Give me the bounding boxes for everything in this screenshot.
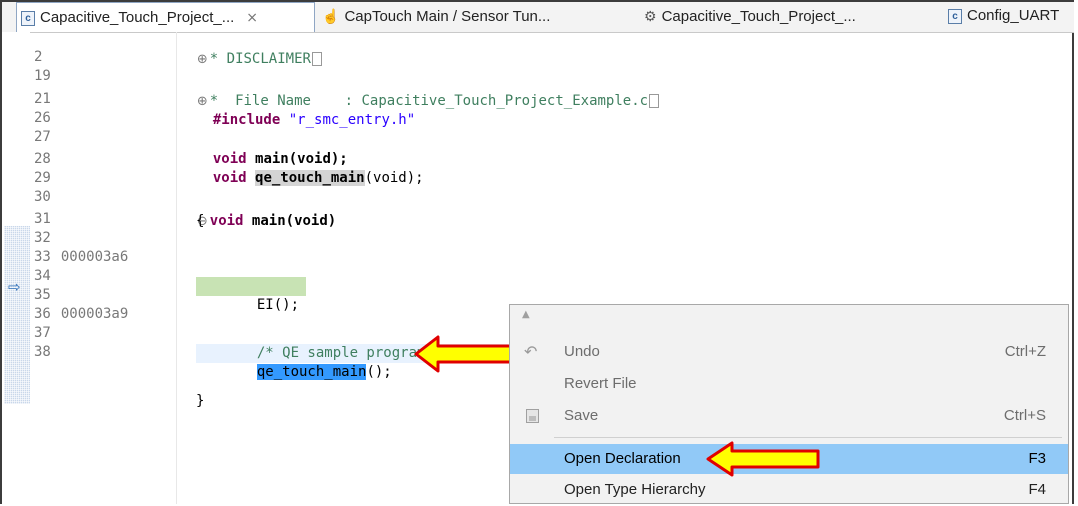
menu-item-undo[interactable]: ↶ Undo Ctrl+Z (510, 337, 1068, 367)
line-number: 31 (34, 211, 51, 227)
instruction-address: 000003a9 (60, 306, 129, 322)
tab-label: CapTouch Main / Sensor Tun... (344, 8, 551, 25)
line-number: 2 (34, 49, 43, 65)
gear-icon: ⚙ (644, 8, 657, 24)
menu-separator (554, 437, 1062, 438)
line-number: 36 (34, 306, 51, 322)
tab-captouch-main[interactable]: ☝ CapTouch Main / Sensor Tun... (322, 2, 550, 32)
tab-config-uart[interactable]: c Config_UART (948, 2, 1059, 32)
code-line-21[interactable]: ⊕ * File Name : Capacitive_Touch_Project_… (180, 73, 660, 109)
menu-item-open-type-hierarchy[interactable]: Open Type Hierarchy F4 (510, 475, 1068, 505)
code-line-36[interactable]: qe_touch_main(); (240, 344, 392, 380)
tab-capacitive-touch-config[interactable]: ⚙ Capacitive_Touch_Project_... (644, 2, 856, 32)
code-line-31[interactable]: ⊖ void main(void) (180, 193, 336, 229)
save-icon (526, 409, 539, 423)
line-number: 30 (34, 189, 51, 205)
code-line-33[interactable]: EI(); (240, 277, 299, 313)
line-number-row: 33 000003a6 (34, 248, 128, 267)
line-number: 33 (34, 249, 51, 265)
instruction-address: 000003a6 (60, 249, 129, 265)
line-number: 26 (34, 110, 51, 126)
menu-item-revert-file[interactable]: Revert File (510, 369, 1068, 399)
line-number-row: 36 000003a9 (34, 305, 128, 324)
line-number: 37 (34, 325, 51, 341)
code-line-29[interactable]: void qe_touch_main(void); (196, 150, 424, 186)
tab-label: Capacitive_Touch_Project_... (661, 8, 856, 25)
line-number: 35 (34, 287, 51, 303)
ruler-highlight (4, 226, 30, 404)
tab-label: Config_UART (967, 7, 1060, 24)
callout-arrow-icon (706, 441, 820, 477)
tab-capacitive-touch-c[interactable]: c Capacitive_Touch_Project_... ⨯ (16, 2, 315, 32)
code-line-28[interactable]: void main(void); (196, 131, 348, 167)
undo-icon: ↶ (524, 342, 538, 361)
folded-block-icon[interactable] (311, 52, 322, 66)
selected-text[interactable]: qe_touch_main (256, 364, 367, 380)
menu-item-save[interactable]: Save Ctrl+S (510, 401, 1068, 431)
code-line-2[interactable]: ⊕ * DISCLAIMER (180, 31, 322, 67)
line-number: 29 (34, 170, 51, 186)
vertical-ruler[interactable]: ⇨ (2, 32, 30, 504)
expand-fold-icon[interactable]: ⊕ (197, 52, 208, 67)
callout-arrow-icon (414, 335, 516, 373)
line-number: 32 (34, 230, 51, 246)
folded-block-icon[interactable] (649, 94, 660, 108)
c-file-icon: c (21, 10, 35, 26)
occurrence-highlight: qe_touch_main (255, 170, 365, 186)
line-number: 38 (34, 344, 51, 360)
line-number: 27 (34, 129, 51, 145)
editor-tab-bar: c Capacitive_Touch_Project_... ⨯ ☝ CapTouch… (2, 2, 1074, 33)
code-line-26[interactable]: #include "r_smc_entry.h" (196, 92, 415, 128)
line-number: 28 (34, 151, 51, 167)
touch-icon: ☝ (322, 8, 340, 24)
line-number: 19 (34, 68, 51, 84)
line-number: 34 (34, 268, 51, 284)
c-file-icon: c (948, 8, 962, 24)
code-line-32[interactable]: { (196, 212, 204, 231)
line-number: 21 (34, 91, 51, 107)
gutter-separator (176, 32, 177, 504)
scroll-up-icon[interactable]: ▲ (522, 309, 530, 320)
close-icon[interactable]: ⨯ (246, 9, 258, 25)
instruction-pointer-icon: ⇨ (8, 278, 21, 296)
tab-label: Capacitive_Touch_Project_... (40, 9, 235, 26)
code-line-38[interactable]: } (196, 392, 204, 411)
